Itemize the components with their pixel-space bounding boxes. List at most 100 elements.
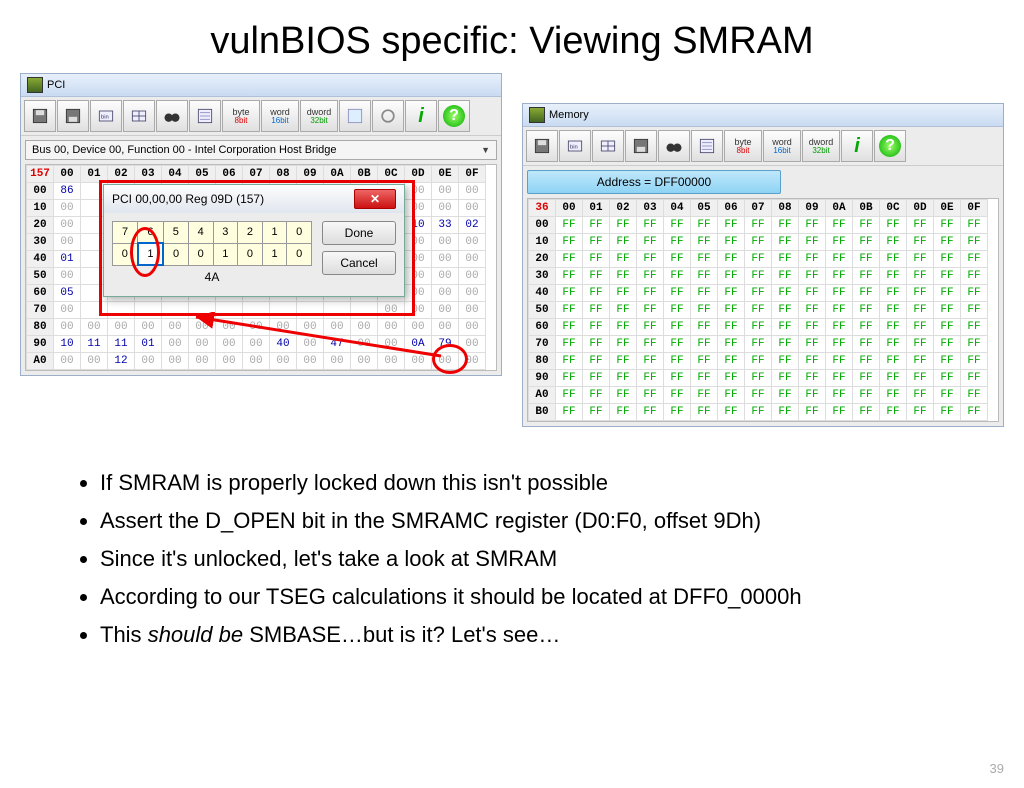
bin-icon[interactable]: bin — [90, 100, 122, 132]
mem-cell[interactable]: FF — [718, 251, 745, 268]
mem-cell[interactable]: FF — [556, 285, 583, 302]
mem-cell[interactable]: FF — [826, 387, 853, 404]
mem-cell[interactable]: FF — [691, 234, 718, 251]
mem-cell[interactable]: FF — [961, 234, 988, 251]
mem-cell[interactable]: FF — [880, 319, 907, 336]
mem-cell[interactable]: FF — [745, 285, 772, 302]
mem-cell[interactable]: FF — [934, 217, 961, 234]
mem-cell[interactable]: FF — [880, 302, 907, 319]
mem-cell[interactable]: FF — [583, 404, 610, 421]
pci-cell[interactable]: 33 — [432, 217, 459, 234]
mem-cell[interactable]: FF — [961, 251, 988, 268]
pci-cell[interactable]: 00 — [54, 353, 81, 370]
pci-cell[interactable]: 00 — [378, 319, 405, 336]
mem-cell[interactable]: FF — [637, 404, 664, 421]
pci-cell[interactable]: 10 — [54, 336, 81, 353]
pci-cell[interactable]: 00 — [405, 302, 432, 319]
mem-cell[interactable]: FF — [745, 302, 772, 319]
mem-cell[interactable]: FF — [691, 353, 718, 370]
mem-cell[interactable]: FF — [718, 285, 745, 302]
mem-cell[interactable]: FF — [826, 234, 853, 251]
pci-cell[interactable]: 02 — [459, 217, 486, 234]
mem-cell[interactable]: FF — [961, 353, 988, 370]
mem-cell[interactable]: FF — [583, 234, 610, 251]
mem-cell[interactable]: FF — [691, 336, 718, 353]
pci-cell[interactable]: 00 — [54, 200, 81, 217]
mem-cell[interactable]: FF — [961, 302, 988, 319]
pci-cell[interactable]: 00 — [459, 268, 486, 285]
mem-cell[interactable]: FF — [664, 370, 691, 387]
mem-cell[interactable]: FF — [691, 404, 718, 421]
mem-cell[interactable]: FF — [583, 268, 610, 285]
pci-cell[interactable]: 00 — [54, 268, 81, 285]
mem-cell[interactable]: FF — [853, 319, 880, 336]
mem-cell[interactable]: FF — [610, 370, 637, 387]
address-field[interactable]: Address = DFF00000 — [527, 170, 781, 194]
mem-cell[interactable]: FF — [556, 268, 583, 285]
mem-cell[interactable]: FF — [556, 353, 583, 370]
mem-cell[interactable]: FF — [799, 336, 826, 353]
mem-cell[interactable]: FF — [799, 302, 826, 319]
list-icon[interactable] — [691, 130, 723, 162]
mem-cell[interactable]: FF — [610, 336, 637, 353]
grid-icon[interactable] — [592, 130, 624, 162]
mem-cell[interactable]: FF — [880, 217, 907, 234]
mem-cell[interactable]: FF — [934, 302, 961, 319]
mem-cell[interactable]: FF — [610, 302, 637, 319]
mem-cell[interactable]: FF — [745, 217, 772, 234]
mem-cell[interactable]: FF — [799, 234, 826, 251]
mem-cell[interactable]: FF — [907, 353, 934, 370]
mem-cell[interactable]: FF — [664, 353, 691, 370]
pci-cell[interactable]: 00 — [297, 319, 324, 336]
mem-cell[interactable]: FF — [718, 404, 745, 421]
mem-cell[interactable]: FF — [880, 353, 907, 370]
pci-cell[interactable]: 00 — [378, 336, 405, 353]
pci-cell[interactable]: 00 — [378, 302, 405, 319]
mem-cell[interactable]: FF — [772, 268, 799, 285]
mem-cell[interactable]: FF — [637, 319, 664, 336]
pci-cell[interactable]: 01 — [135, 336, 162, 353]
mem-cell[interactable]: FF — [718, 319, 745, 336]
mem-cell[interactable]: FF — [745, 370, 772, 387]
mem-cell[interactable]: FF — [799, 217, 826, 234]
pci-cell[interactable]: 00 — [351, 353, 378, 370]
info-icon[interactable]: i — [405, 100, 437, 132]
mem-cell[interactable]: FF — [772, 370, 799, 387]
mem-cell[interactable]: FF — [556, 234, 583, 251]
mem-cell[interactable]: FF — [880, 285, 907, 302]
pci-cell[interactable]: 12 — [108, 353, 135, 370]
pci-cell[interactable]: 00 — [270, 353, 297, 370]
mem-cell[interactable]: FF — [664, 319, 691, 336]
mem-cell[interactable]: FF — [637, 217, 664, 234]
mem-cell[interactable]: FF — [907, 217, 934, 234]
mem-cell[interactable]: FF — [772, 353, 799, 370]
save-icon[interactable] — [526, 130, 558, 162]
mem-cell[interactable]: FF — [745, 387, 772, 404]
pci-cell[interactable]: 00 — [405, 251, 432, 268]
bit-cell[interactable]: 0 — [188, 243, 213, 265]
pci-cell[interactable]: 00 — [432, 302, 459, 319]
mem-cell[interactable]: FF — [637, 285, 664, 302]
mem-cell[interactable]: FF — [853, 387, 880, 404]
grid-icon[interactable] — [123, 100, 155, 132]
mem-cell[interactable]: FF — [691, 370, 718, 387]
mem-cell[interactable]: FF — [961, 319, 988, 336]
mem-cell[interactable]: FF — [637, 268, 664, 285]
open-icon[interactable] — [625, 130, 657, 162]
pci-cell[interactable]: 00 — [432, 268, 459, 285]
mem-cell[interactable]: FF — [934, 336, 961, 353]
help-icon[interactable]: ? — [874, 130, 906, 162]
pci-cell[interactable]: 00 — [351, 336, 378, 353]
mem-cell[interactable]: FF — [718, 302, 745, 319]
mem-cell[interactable]: FF — [961, 268, 988, 285]
pci-cell[interactable]: 00 — [459, 353, 486, 370]
mem-cell[interactable]: FF — [745, 319, 772, 336]
bit-cell[interactable]: 1 — [138, 243, 164, 265]
mem-cell[interactable]: FF — [934, 234, 961, 251]
device-selector[interactable]: Bus 00, Device 00, Function 00 - Intel C… — [25, 140, 497, 160]
pci-cell[interactable]: 01 — [54, 251, 81, 268]
pci-cell[interactable]: 00 — [405, 319, 432, 336]
byte-button[interactable]: byte8bit — [724, 130, 762, 162]
mem-cell[interactable]: FF — [772, 336, 799, 353]
mem-cell[interactable]: FF — [772, 285, 799, 302]
